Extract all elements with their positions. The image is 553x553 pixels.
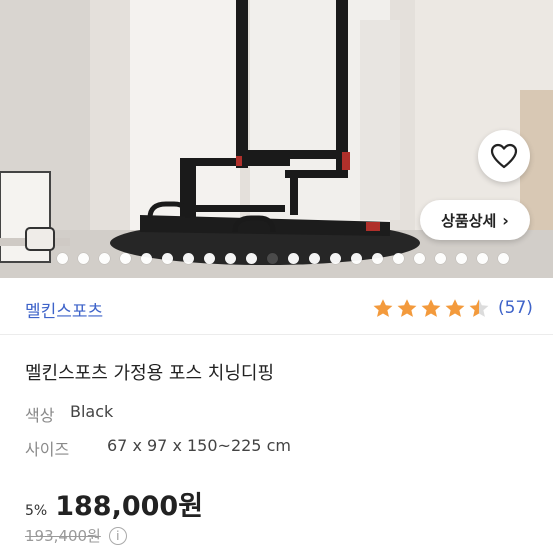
carousel-dot[interactable] [78,252,89,264]
carousel-dot[interactable] [288,252,299,264]
option-color: 색상 Black [25,402,113,426]
sale-price: 188,000원 [55,491,204,522]
carousel-dot[interactable] [351,252,362,264]
carousel-dot[interactable] [330,252,341,264]
price-row: 5% 188,000원 [25,484,203,523]
carousel-dot[interactable] [309,252,320,264]
carousel-dot[interactable] [225,252,236,264]
product-detail-button[interactable]: 상품상세 › [420,200,530,240]
product-detail-label: 상품상세 [441,211,497,230]
divider [0,334,553,335]
chevron-right-icon: › [502,210,509,230]
carousel-dot[interactable] [99,252,110,264]
carousel-dot[interactable] [456,252,467,264]
rating-summary[interactable]: (57) [372,297,533,319]
star-icon [397,299,417,317]
heart-icon [490,143,518,169]
review-count: (57) [498,298,533,318]
star-icon [373,299,393,317]
carousel-dot[interactable] [393,252,404,264]
carousel-dot[interactable] [498,252,509,264]
star-icon [469,299,489,317]
option-value: 67 x 97 x 150~225 cm [107,436,291,455]
option-label: 색상 [25,406,55,425]
original-price: 193,400원 [25,527,101,545]
carousel-dot[interactable] [246,252,257,264]
carousel-dot[interactable] [435,252,446,264]
carousel-dot[interactable] [267,252,278,264]
carousel-dot[interactable] [477,252,488,264]
option-label: 사이즈 [25,440,70,459]
carousel-dot[interactable] [162,252,173,264]
info-icon[interactable]: i [108,526,127,545]
carousel-dot[interactable] [57,252,68,264]
product-image-carousel[interactable]: 상품상세 › [0,0,553,278]
star-icon [421,299,441,317]
brand-link[interactable]: 멜킨스포츠 [25,297,103,322]
original-price-row: 193,400원 i [25,525,127,546]
favorite-button[interactable] [478,130,530,182]
carousel-dot[interactable] [183,252,194,264]
option-size: 사이즈 67 x 97 x 150~225 cm [25,436,291,460]
carousel-dot[interactable] [414,252,425,264]
carousel-dot[interactable] [120,252,131,264]
carousel-dot[interactable] [372,252,383,264]
carousel-pagination [0,250,553,266]
carousel-dot[interactable] [204,252,215,264]
discount-rate: 5% [25,503,48,519]
carousel-dot[interactable] [141,252,152,264]
option-value: Black [70,402,114,421]
product-title: 멜킨스포츠 가정용 포스 치닝디핑 [25,363,275,384]
star-icon [445,299,465,317]
